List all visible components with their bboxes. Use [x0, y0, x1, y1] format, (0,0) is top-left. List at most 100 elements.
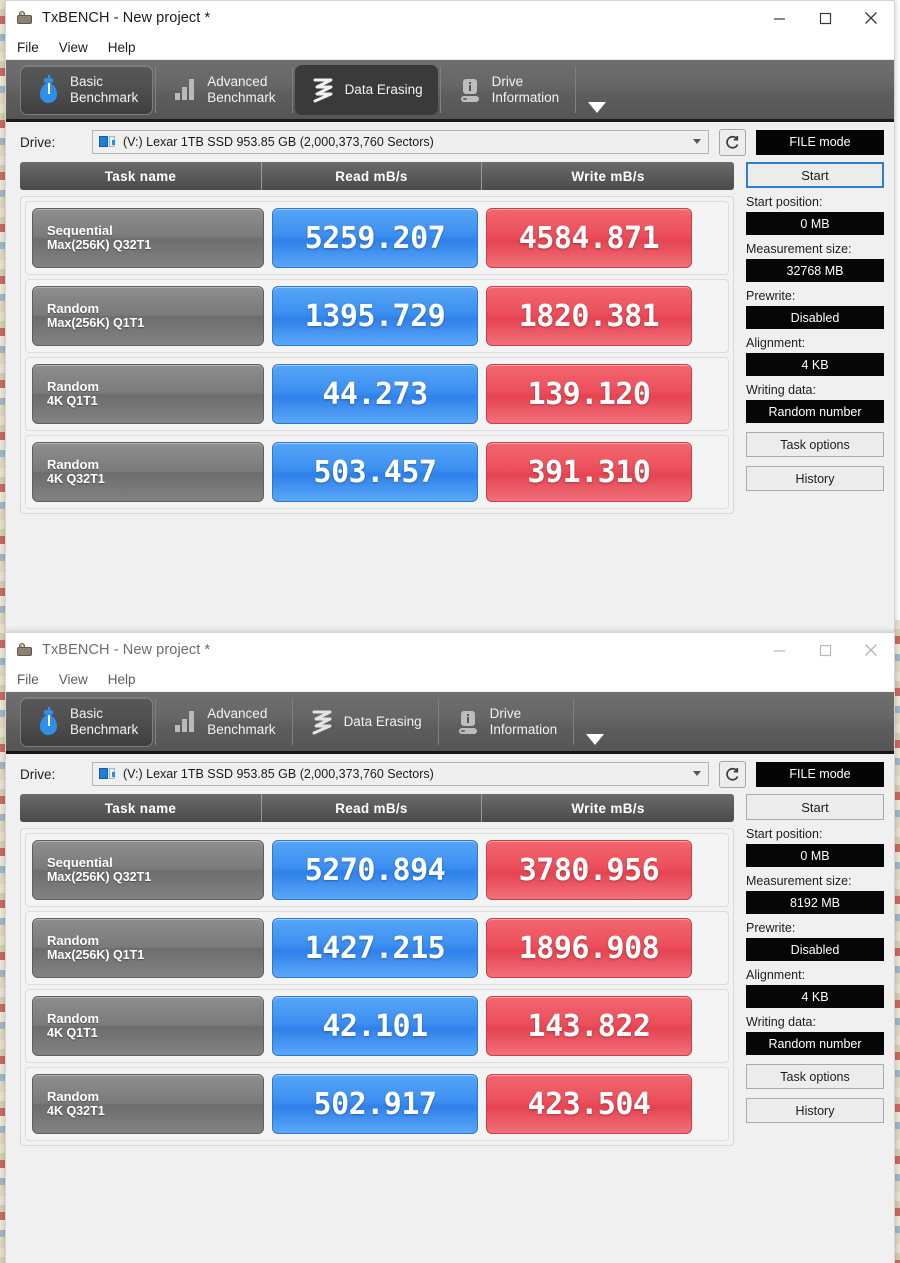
task-options-button[interactable]: Task options — [746, 432, 884, 457]
tab-advanced-benchmark[interactable]: Advanced Benchmark — [158, 65, 289, 115]
tab-drive-information[interactable]: Drive Information — [443, 65, 574, 115]
minimize-icon[interactable] — [756, 1, 802, 35]
task-line2: Max(256K) Q1T1 — [47, 948, 145, 962]
maximize-icon[interactable] — [802, 633, 848, 667]
close-icon[interactable] — [848, 1, 894, 35]
read-value: 5270.894 — [272, 840, 478, 900]
write-value: 4584.871 — [486, 208, 692, 268]
tab-advanced-benchmark[interactable]: Advanced Benchmark — [158, 697, 289, 747]
title-bar[interactable]: TxBENCH - New project * — [6, 633, 894, 667]
menu-bar[interactable]: File View Help — [6, 35, 894, 60]
bar-chart-icon — [172, 707, 198, 737]
tab-line2: Benchmark — [207, 721, 276, 737]
menu-item-help[interactable]: Help — [108, 40, 136, 55]
tab-line1: Advanced — [207, 73, 268, 89]
menu-item-view[interactable]: View — [59, 672, 88, 687]
write-value: 143.822 — [486, 996, 692, 1056]
task-name-cell: Random 4K Q32T1 — [32, 442, 264, 502]
txbench-window-bottom[interactable]: TxBENCH - New project * File View Help B… — [5, 632, 895, 1263]
table-row: Random 4K Q32T1 502.917 423.504 — [25, 1067, 729, 1141]
menu-bar[interactable]: File View Help — [6, 667, 894, 692]
start-position-value[interactable]: 0 MB — [746, 212, 884, 235]
writing-data-value[interactable]: Random number — [746, 1032, 884, 1055]
title-bar[interactable]: TxBENCH - New project * — [6, 1, 894, 35]
drive-selector-row[interactable]: Drive: (V:) Lexar 1TB SSD 953.85 GB (2,0… — [6, 754, 894, 794]
start-position-value[interactable]: 0 MB — [746, 844, 884, 867]
ribbon-overflow-chevron-down-icon[interactable] — [588, 102, 607, 113]
tab-separator — [437, 698, 439, 745]
tab-line2: Information — [491, 89, 560, 105]
tab-drive-information[interactable]: Drive Information — [441, 697, 572, 747]
task-name-cell: Sequential Max(256K) Q32T1 — [32, 840, 264, 900]
menu-item-file[interactable]: File — [17, 672, 39, 687]
measurement-size-value[interactable]: 8192 MB — [746, 891, 884, 914]
history-button[interactable]: History — [746, 466, 884, 491]
main-area: Task name Read mB/s Write mB/s Sequentia… — [6, 162, 894, 514]
measurement-size-label: Measurement size: — [746, 242, 852, 256]
drive-select[interactable]: (V:) Lexar 1TB SSD 953.85 GB (2,000,373,… — [92, 762, 709, 786]
file-mode-button[interactable]: FILE mode — [756, 129, 884, 155]
tab-drive-information-label: Drive Information — [490, 706, 558, 738]
drive-selector-row[interactable]: Drive: (V:) Lexar 1TB SSD 953.85 GB (2,0… — [6, 122, 894, 162]
column-header-write: Write mB/s — [571, 168, 645, 184]
column-header-task-name: Task name — [20, 162, 262, 190]
task-line1: Sequential — [47, 855, 113, 870]
tab-data-erasing[interactable]: Data Erasing — [295, 697, 436, 747]
alignment-value[interactable]: 4 KB — [746, 353, 884, 376]
results-header-row: Task name Read mB/s Write mB/s — [20, 162, 734, 190]
tab-separator — [573, 698, 575, 745]
tab-drive-information-label: Drive Information — [492, 74, 560, 106]
tab-separator — [291, 698, 293, 745]
task-line1: Sequential — [47, 223, 113, 238]
tab-basic-benchmark-label: Basic Benchmark — [70, 74, 138, 106]
task-name-cell: Random Max(256K) Q1T1 — [32, 286, 264, 346]
tab-data-erasing[interactable]: Data Erasing — [294, 64, 438, 115]
task-options-button[interactable]: Task options — [746, 1064, 884, 1089]
menu-item-help[interactable]: Help — [108, 672, 136, 687]
measurement-size-value[interactable]: 32768 MB — [746, 259, 884, 282]
drive-select[interactable]: (V:) Lexar 1TB SSD 953.85 GB (2,000,373,… — [92, 130, 709, 154]
tab-basic-benchmark[interactable]: Basic Benchmark — [20, 696, 154, 747]
refresh-button[interactable] — [719, 760, 746, 788]
refresh-button[interactable] — [719, 128, 746, 156]
maximize-icon[interactable] — [802, 1, 848, 35]
drive-disk-icon — [99, 135, 117, 149]
write-value: 1896.908 — [486, 918, 692, 978]
window-controls[interactable] — [756, 633, 894, 667]
history-button[interactable]: History — [746, 1098, 884, 1123]
tab-line1: Advanced — [207, 705, 268, 721]
writing-data-value[interactable]: Random number — [746, 400, 884, 423]
prewrite-value[interactable]: Disabled — [746, 306, 884, 329]
start-button[interactable]: Start — [746, 162, 884, 188]
drive-icon — [457, 75, 483, 105]
alignment-label: Alignment: — [746, 336, 806, 350]
write-value: 423.504 — [486, 1074, 692, 1134]
task-name-cell: Random 4K Q32T1 — [32, 1074, 264, 1134]
chevron-down-icon[interactable] — [693, 771, 701, 776]
tab-separator — [575, 66, 577, 113]
task-line2: 4K Q1T1 — [47, 1026, 98, 1040]
menu-item-view[interactable]: View — [59, 40, 88, 55]
tab-data-erasing-label: Data Erasing — [344, 81, 423, 97]
close-icon[interactable] — [848, 633, 894, 667]
file-mode-button[interactable]: FILE mode — [756, 761, 884, 787]
chevron-down-icon[interactable] — [693, 139, 701, 144]
tab-basic-benchmark[interactable]: Basic Benchmark — [20, 64, 154, 115]
tab-ribbon[interactable]: Basic Benchmark Advanced Benchmark Data … — [6, 692, 894, 754]
tab-line2: Information — [489, 721, 558, 737]
task-line2: Max(256K) Q32T1 — [47, 238, 152, 252]
prewrite-label: Prewrite: — [746, 921, 796, 935]
alignment-value[interactable]: 4 KB — [746, 985, 884, 1008]
minimize-icon[interactable] — [756, 633, 802, 667]
task-line1: Random — [47, 301, 99, 316]
start-button[interactable]: Start — [746, 794, 884, 820]
window-controls[interactable] — [756, 1, 894, 35]
table-row: Sequential Max(256K) Q32T1 5259.207 4584… — [25, 201, 729, 275]
tab-ribbon[interactable]: Basic Benchmark Advanced Benchmark Data … — [6, 60, 894, 122]
ribbon-overflow-chevron-down-icon[interactable] — [586, 734, 605, 745]
prewrite-value[interactable]: Disabled — [746, 938, 884, 961]
table-row: Random Max(256K) Q1T1 1395.729 1820.381 — [25, 279, 729, 353]
task-line1: Random — [47, 457, 99, 472]
menu-item-file[interactable]: File — [17, 40, 39, 55]
txbench-window-top[interactable]: TxBENCH - New project * File View Help B… — [5, 0, 895, 751]
